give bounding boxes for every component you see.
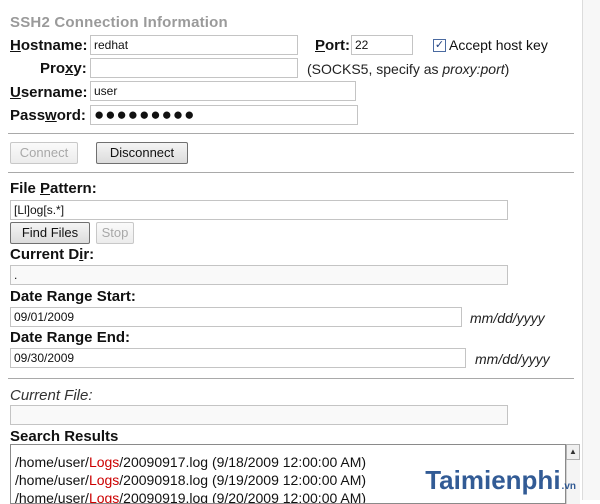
username-label: Username: bbox=[10, 84, 88, 101]
date-range-end-label: Date Range End: bbox=[10, 329, 131, 346]
disconnect-button[interactable]: Disconnect bbox=[96, 142, 188, 164]
username-input[interactable]: user bbox=[90, 81, 356, 101]
date-range-start-hint: mm/dd/yyyy bbox=[470, 310, 545, 326]
hostname-label: Hostname: bbox=[10, 37, 88, 54]
date-range-end-hint: mm/dd/yyyy bbox=[475, 351, 550, 367]
separator bbox=[8, 133, 574, 134]
date-range-end-input[interactable]: 09/30/2009 bbox=[10, 348, 466, 368]
date-range-start-input[interactable]: 09/01/2009 bbox=[10, 307, 462, 327]
hostname-input[interactable]: redhat bbox=[90, 35, 298, 55]
current-file-label: Current File: bbox=[10, 387, 93, 404]
connect-button[interactable]: Connect bbox=[10, 142, 78, 164]
accept-host-key-checkbox[interactable]: ✓ bbox=[433, 39, 446, 52]
port-label: Port: bbox=[315, 37, 351, 54]
port-input[interactable]: 22 bbox=[351, 35, 413, 55]
section-title: SSH2 Connection Information bbox=[10, 14, 228, 31]
password-input[interactable]: ●●●●●●●●● bbox=[90, 105, 358, 125]
results-scroll-up-arrow[interactable]: ▲ bbox=[566, 444, 580, 460]
file-pattern-input[interactable]: [Ll]og[s.*] bbox=[10, 200, 508, 220]
proxy-input[interactable] bbox=[90, 58, 298, 78]
proxy-hint: (SOCKS5, specify as proxy:port) bbox=[307, 61, 510, 77]
window-scrollbar[interactable] bbox=[582, 0, 600, 500]
current-dir-field: . bbox=[10, 265, 508, 285]
accept-host-key-label: Accept host key bbox=[449, 37, 548, 53]
password-label: Password: bbox=[10, 107, 86, 124]
watermark-logo: Taimienphi.vn bbox=[425, 465, 576, 495]
stop-button[interactable]: Stop bbox=[96, 222, 134, 244]
current-file-field bbox=[10, 405, 508, 425]
separator bbox=[8, 172, 574, 173]
proxy-label: Proxy: bbox=[40, 60, 87, 77]
file-pattern-label: File Pattern: bbox=[10, 180, 97, 197]
current-dir-label: Current Dir: bbox=[10, 246, 95, 263]
search-results-label: Search Results bbox=[10, 428, 119, 445]
separator bbox=[8, 378, 574, 379]
find-files-button[interactable]: Find Files bbox=[10, 222, 90, 244]
date-range-start-label: Date Range Start: bbox=[10, 288, 136, 305]
